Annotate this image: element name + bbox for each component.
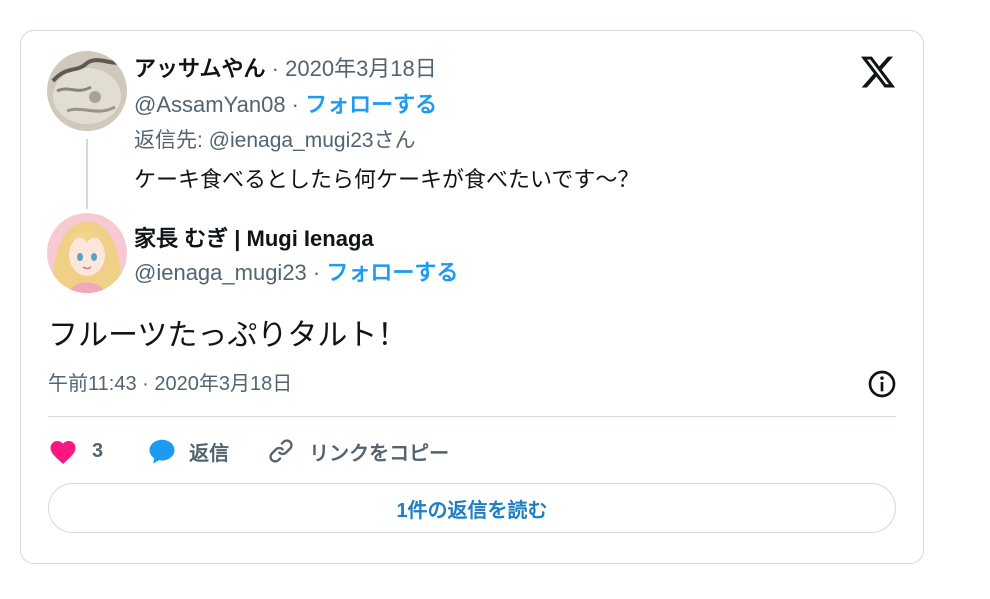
quoted-handle-line: @AssamYan08 · フォローする — [134, 91, 437, 119]
copy-link-button[interactable]: リンクをコピー — [267, 437, 449, 466]
avatar-quoted-user[interactable] — [47, 51, 127, 131]
action-bar: 3 返信 リンクをコピー — [48, 433, 449, 469]
reply-label: 返信 — [189, 442, 230, 465]
quoted-header: アッサムやん · 2020年3月18日 — [134, 55, 437, 83]
main-tweet-text: フルーツたっぷりタルト！ — [48, 319, 408, 352]
action-divider — [48, 416, 896, 417]
quoted-separator: · — [265, 56, 286, 81]
x-logo-icon[interactable] — [859, 53, 897, 91]
info-icon[interactable] — [866, 368, 898, 400]
reply-bubble-icon — [147, 437, 177, 465]
main-handle-line: @ienaga_mugi23 · フォローする — [134, 259, 458, 287]
heart-icon — [48, 437, 78, 465]
main-header: 家長 むぎ | Mugi Ienaga — [134, 225, 374, 253]
embedded-tweet-card: アッサムやん · 2020年3月18日 @AssamYan08 · フォローする… — [20, 30, 924, 564]
quoted-tweet-text: ケーキ食べるとしたら何ケーキが食べたいです～？ — [134, 167, 640, 192]
main-timestamp[interactable]: 午前11:43 · 2020年3月18日 — [48, 370, 292, 398]
copy-link-label: リンクをコピー — [309, 442, 450, 465]
follow-button-main[interactable]: フォローする — [326, 260, 458, 285]
reply-button[interactable]: 返信 — [147, 437, 229, 466]
main-handle-separator: · — [306, 260, 327, 285]
link-icon — [267, 437, 295, 465]
like-count: 3 — [92, 439, 104, 462]
thread-connector-line — [86, 139, 88, 209]
read-replies-button[interactable]: 1件の返信を読む — [48, 483, 896, 533]
quoted-handle-separator: · — [285, 92, 306, 117]
avatar-main-user[interactable] — [47, 213, 127, 293]
main-handle[interactable]: @ienaga_mugi23 — [134, 260, 307, 285]
follow-button-quoted[interactable]: フォローする — [305, 92, 437, 117]
quoted-display-name[interactable]: アッサムやん — [134, 56, 266, 81]
main-display-name[interactable]: 家長 むぎ | Mugi Ienaga — [134, 226, 374, 251]
quoted-handle[interactable]: @AssamYan08 — [134, 92, 286, 117]
quoted-date[interactable]: 2020年3月18日 — [285, 56, 437, 81]
like-button[interactable]: 3 — [48, 437, 103, 465]
reply-to-label[interactable]: 返信先: @ienaga_mugi23さん — [134, 127, 416, 155]
